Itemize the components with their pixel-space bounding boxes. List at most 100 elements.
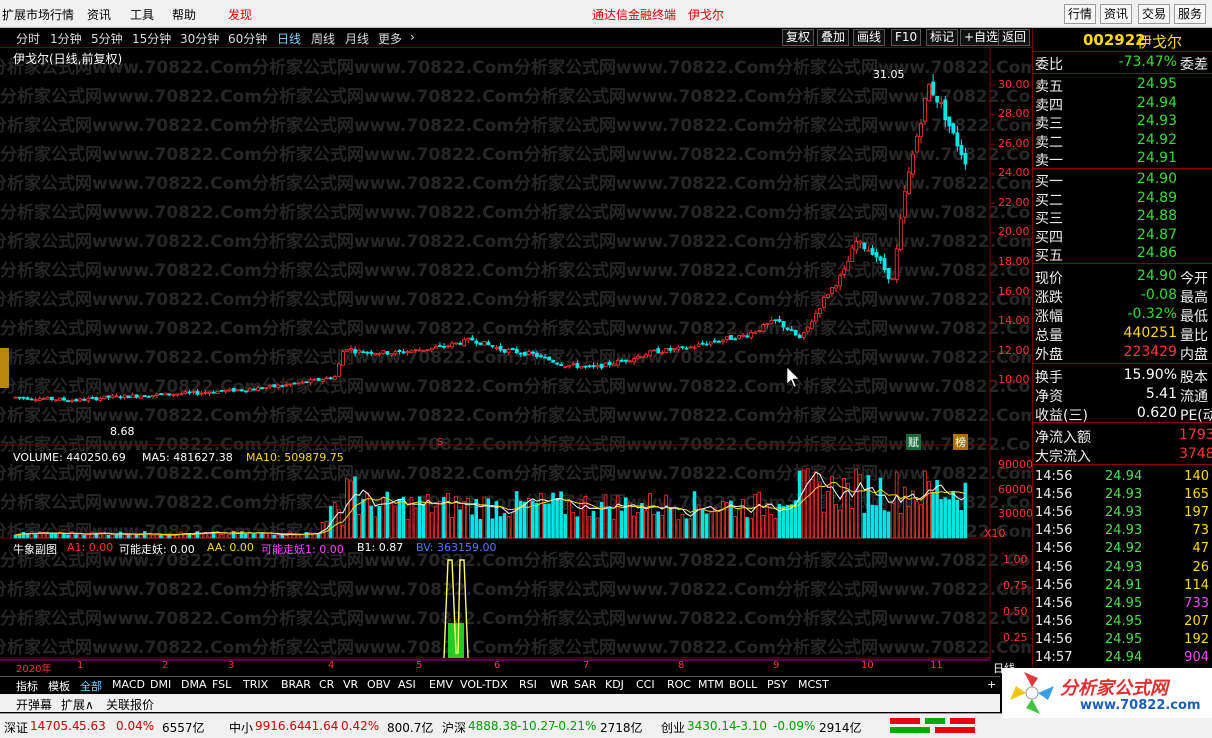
sell-level[interactable]: 卖三 24.93: [1035, 113, 1211, 132]
indicator-tab[interactable]: WR: [550, 678, 569, 691]
watermark-text: 分析家公式网www.70822.Com: [514, 57, 776, 78]
tick-row[interactable]: 14:56 24.93 165: [1035, 487, 1211, 505]
buy-level[interactable]: 买四 24.87: [1035, 227, 1211, 246]
indicator-tab[interactable]: MACD: [112, 678, 145, 691]
indicator-tab[interactable]: 全部: [80, 678, 102, 694]
period-weekly[interactable]: 周线: [311, 30, 335, 47]
period-more[interactable]: 更多: [378, 30, 402, 47]
sub-chart-name[interactable]: 牛象副图: [13, 541, 57, 557]
period-1min[interactable]: 1分钟: [50, 30, 82, 47]
tick-row[interactable]: 14:56 24.91 114: [1035, 578, 1211, 596]
indicator-tab[interactable]: DMA: [181, 678, 207, 691]
indicator-tab[interactable]: ROC: [667, 678, 691, 691]
candle-body: [227, 388, 232, 392]
watermark-text: 分析家公式网www.70822.Com: [524, 260, 786, 281]
kline-chart-svg[interactable]: 分析家公式网www.70822.Com 分析家公式网www.70822.Com 分析…: [0, 48, 1032, 670]
sub-kny1: 可能走妖1: 0.00: [261, 543, 344, 556]
indicator-tab[interactable]: MTM: [698, 678, 724, 691]
add-tab-button[interactable]: +: [987, 678, 996, 691]
btn-service[interactable]: 服务: [1174, 4, 1207, 24]
btn-back[interactable]: 返回: [998, 29, 1031, 46]
tick-row[interactable]: 14:56 24.95 192: [1035, 632, 1211, 650]
indicator-tab[interactable]: VR: [343, 678, 358, 691]
indicator-tab[interactable]: PSY: [767, 678, 787, 691]
tick-row[interactable]: 14:56 24.93 26: [1035, 560, 1211, 578]
indicator-tab[interactable]: 模板: [48, 678, 70, 694]
indicator-tab[interactable]: EMV: [429, 678, 453, 691]
btn-expand[interactable]: 扩展∧: [61, 696, 94, 713]
index-name[interactable]: 创业: [661, 719, 685, 736]
buy-level[interactable]: 买五 24.86: [1035, 245, 1211, 264]
badge-fu[interactable]: 赋: [906, 434, 921, 450]
candle-body: [417, 349, 422, 352]
indicator-tab[interactable]: KDJ: [605, 678, 624, 691]
period-5min[interactable]: 5分钟: [91, 30, 123, 47]
period-intraday[interactable]: 分时: [16, 30, 40, 47]
tick-row[interactable]: 14:57 24.94 904: [1035, 650, 1211, 668]
watermark-text: 分析家公式网www.70822.Com: [786, 376, 1032, 397]
btn-draw-line[interactable]: 画线: [853, 29, 886, 46]
btn-trade[interactable]: 交易: [1138, 4, 1171, 24]
index-name[interactable]: 中小: [229, 719, 253, 736]
btn-related-quote[interactable]: 关联报价: [106, 696, 154, 713]
index-name[interactable]: 沪深: [442, 719, 466, 736]
left-panel-handle[interactable]: [0, 348, 9, 388]
btn-news[interactable]: 资讯: [1100, 4, 1133, 24]
indicator-tab[interactable]: CR: [319, 678, 334, 691]
period-15min[interactable]: 15分钟: [132, 30, 171, 47]
tick-row[interactable]: 14:56 24.92 47: [1035, 541, 1211, 559]
watermark-text: 分析家公式网www.70822.Com: [0, 86, 262, 107]
menu-help[interactable]: 帮助: [172, 6, 196, 23]
tick-row[interactable]: 14:56 24.95 207: [1035, 614, 1211, 632]
tick-row[interactable]: 14:56 24.95 733: [1035, 596, 1211, 614]
indicator-tab[interactable]: FSL: [212, 678, 231, 691]
menu-tools[interactable]: 工具: [130, 6, 154, 23]
btn-add-watchlist[interactable]: +自选: [960, 29, 1003, 46]
menu-discover[interactable]: 发现: [228, 6, 252, 23]
indicator-tab[interactable]: 指标: [16, 678, 38, 694]
btn-overlay[interactable]: 叠加: [817, 29, 850, 46]
chevron-right-icon[interactable]: ›: [410, 30, 415, 44]
period-30min[interactable]: 30分钟: [180, 30, 219, 47]
tick-volume: 140: [1184, 469, 1209, 484]
candle-body: [700, 342, 705, 345]
indicator-tab[interactable]: DMI: [150, 678, 171, 691]
buy-level[interactable]: 买二 24.89: [1035, 190, 1211, 209]
candle-body: [45, 396, 50, 400]
menu-extended-market[interactable]: 扩展市场行情: [2, 6, 74, 23]
chart-area[interactable]: 分析家公式网www.70822.Com 分析家公式网www.70822.Com 分析…: [0, 48, 1033, 675]
indicator-tab[interactable]: ASI: [398, 678, 416, 691]
period-60min[interactable]: 60分钟: [228, 30, 267, 47]
indicator-tab[interactable]: CCI: [636, 678, 655, 691]
btn-quote[interactable]: 行情: [1064, 4, 1097, 24]
tick-row[interactable]: 14:56 24.93 73: [1035, 523, 1211, 541]
badge-bang[interactable]: 榜: [953, 434, 968, 450]
period-monthly[interactable]: 月线: [345, 30, 369, 47]
btn-f10[interactable]: F10: [891, 29, 922, 46]
tick-row[interactable]: 14:56 24.93 197: [1035, 505, 1211, 523]
menu-news[interactable]: 资讯: [87, 6, 111, 23]
tick-volume: 73: [1192, 523, 1209, 539]
sell-level[interactable]: 卖四 24.94: [1035, 95, 1211, 114]
indicator-tab[interactable]: TRIX: [243, 678, 268, 691]
indicator-tab[interactable]: BOLL: [729, 678, 757, 691]
buy-level[interactable]: 买一 24.90: [1035, 171, 1211, 190]
index-name[interactable]: 深证: [4, 719, 28, 736]
btn-danmu[interactable]: 开弹幕: [16, 696, 52, 713]
volume-bar: [114, 534, 119, 539]
sell-level[interactable]: 卖二 24.92: [1035, 132, 1211, 151]
btn-mark[interactable]: 标记: [926, 29, 959, 46]
tick-row[interactable]: 14:56 24.94 140: [1035, 469, 1211, 487]
indicator-tab[interactable]: MCST: [798, 678, 829, 691]
sell-level[interactable]: 卖一 24.91: [1035, 150, 1211, 169]
indicator-tab[interactable]: VOL-TDX: [460, 678, 508, 691]
indicator-tab[interactable]: SAR: [574, 678, 596, 691]
indicator-tab[interactable]: OBV: [367, 678, 390, 691]
indicator-tab[interactable]: BRAR: [281, 678, 311, 691]
buy-level[interactable]: 买三 24.88: [1035, 208, 1211, 227]
period-daily[interactable]: 日线: [277, 30, 301, 47]
btn-restore-rights[interactable]: 复权: [782, 29, 815, 46]
sell-level[interactable]: 卖五 24.95: [1035, 76, 1211, 95]
candle-body: [272, 384, 277, 388]
indicator-tab[interactable]: RSI: [519, 678, 537, 691]
